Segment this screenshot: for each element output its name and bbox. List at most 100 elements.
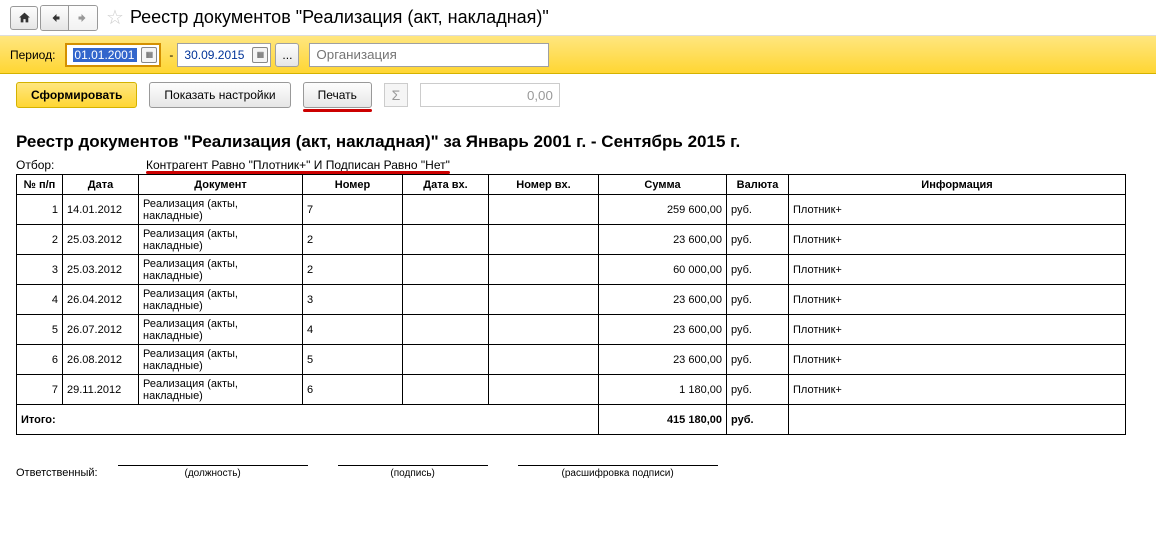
title-bar: ☆ Реестр документов "Реализация (акт, на… bbox=[0, 0, 1156, 36]
date-to-field[interactable]: 30.09.2015 ▦ bbox=[177, 43, 271, 67]
cell-num: 6 bbox=[303, 375, 403, 405]
cell-doc: Реализация (акты, накладные) bbox=[139, 345, 303, 375]
cell-sum: 60 000,00 bbox=[599, 255, 727, 285]
cell-doc: Реализация (акты, накладные) bbox=[139, 195, 303, 225]
arrow-right-icon bbox=[77, 12, 89, 24]
cell-cur: руб. bbox=[727, 375, 789, 405]
cell-sum: 23 600,00 bbox=[599, 285, 727, 315]
col-header-num-in: Номер вх. bbox=[489, 175, 599, 195]
table-header-row: № п/п Дата Документ Номер Дата вх. Номер… bbox=[17, 175, 1126, 195]
table-row[interactable]: 526.07.2012Реализация (акты, накладные)4… bbox=[17, 315, 1126, 345]
cell-sum: 259 600,00 bbox=[599, 195, 727, 225]
show-settings-button[interactable]: Показать настройки bbox=[149, 82, 290, 108]
forward-button[interactable] bbox=[69, 6, 97, 30]
cell-n: 5 bbox=[17, 315, 63, 345]
table-row[interactable]: 325.03.2012Реализация (акты, накладные)2… bbox=[17, 255, 1126, 285]
home-icon bbox=[18, 11, 31, 24]
date-from-field[interactable]: 01.01.2001 ▦ bbox=[65, 43, 161, 67]
cell-num-in bbox=[489, 375, 599, 405]
cell-num-in bbox=[489, 315, 599, 345]
cell-cur: руб. bbox=[727, 345, 789, 375]
calendar-icon[interactable]: ▦ bbox=[141, 47, 157, 63]
cell-doc: Реализация (акты, накладные) bbox=[139, 255, 303, 285]
cell-info: Плотник+ bbox=[789, 315, 1126, 345]
cell-info: Плотник+ bbox=[789, 285, 1126, 315]
back-button[interactable] bbox=[41, 6, 69, 30]
col-header-n: № п/п bbox=[17, 175, 63, 195]
cell-n: 7 bbox=[17, 375, 63, 405]
filter-line: Отбор: Контрагент Равно "Плотник+" И Под… bbox=[16, 158, 1140, 172]
cell-info: Плотник+ bbox=[789, 195, 1126, 225]
cell-cur: руб. bbox=[727, 195, 789, 225]
cell-doc: Реализация (акты, накладные) bbox=[139, 315, 303, 345]
cell-num: 7 bbox=[303, 195, 403, 225]
print-button[interactable]: Печать bbox=[303, 82, 372, 108]
col-header-date-in: Дата вх. bbox=[403, 175, 489, 195]
arrow-left-icon bbox=[49, 12, 61, 24]
cell-date-in bbox=[403, 375, 489, 405]
cell-info: Плотник+ bbox=[789, 375, 1126, 405]
table-row[interactable]: 729.11.2012Реализация (акты, накладные)6… bbox=[17, 375, 1126, 405]
total-currency: руб. bbox=[727, 405, 789, 435]
report-table: № п/п Дата Документ Номер Дата вх. Номер… bbox=[16, 174, 1126, 435]
cell-num: 3 bbox=[303, 285, 403, 315]
calendar-icon[interactable]: ▦ bbox=[252, 47, 268, 63]
period-label: Период: bbox=[10, 48, 55, 62]
col-header-num: Номер bbox=[303, 175, 403, 195]
cell-cur: руб. bbox=[727, 255, 789, 285]
cell-date-in bbox=[403, 255, 489, 285]
sum-display[interactable] bbox=[420, 83, 560, 107]
cell-cur: руб. bbox=[727, 225, 789, 255]
cell-date-in bbox=[403, 285, 489, 315]
report-title: Реестр документов "Реализация (акт, накл… bbox=[16, 132, 1140, 152]
page-title: Реестр документов "Реализация (акт, накл… bbox=[130, 7, 549, 28]
cell-n: 3 bbox=[17, 255, 63, 285]
period-more-button[interactable]: ... bbox=[275, 43, 299, 67]
cell-doc: Реализация (акты, накладные) bbox=[139, 285, 303, 315]
cell-date-in bbox=[403, 225, 489, 255]
signature-sign-slot: (подпись) bbox=[338, 465, 488, 479]
cell-num-in bbox=[489, 285, 599, 315]
cell-info: Плотник+ bbox=[789, 255, 1126, 285]
signature-position-caption: (должность) bbox=[185, 468, 241, 479]
cell-date: 25.03.2012 bbox=[63, 225, 139, 255]
table-row[interactable]: 114.01.2012Реализация (акты, накладные)7… bbox=[17, 195, 1126, 225]
nav-group bbox=[40, 5, 98, 31]
cell-sum: 23 600,00 bbox=[599, 345, 727, 375]
generate-button[interactable]: Сформировать bbox=[16, 82, 137, 108]
report-area: Реестр документов "Реализация (акт, накл… bbox=[0, 116, 1156, 489]
total-sum: 415 180,00 bbox=[599, 405, 727, 435]
cell-sum: 23 600,00 bbox=[599, 315, 727, 345]
cell-info: Плотник+ bbox=[789, 345, 1126, 375]
cell-sum: 1 180,00 bbox=[599, 375, 727, 405]
cell-date: 25.03.2012 bbox=[63, 255, 139, 285]
table-row[interactable]: 626.08.2012Реализация (акты, накладные)5… bbox=[17, 345, 1126, 375]
table-row[interactable]: 225.03.2012Реализация (акты, накладные)2… bbox=[17, 225, 1126, 255]
cell-num: 2 bbox=[303, 225, 403, 255]
col-header-sum: Сумма bbox=[599, 175, 727, 195]
date-to-value: 30.09.2015 bbox=[184, 48, 248, 62]
col-header-date: Дата bbox=[63, 175, 139, 195]
favorite-star-icon[interactable]: ☆ bbox=[106, 5, 124, 30]
cell-date: 26.08.2012 bbox=[63, 345, 139, 375]
cell-sum: 23 600,00 bbox=[599, 225, 727, 255]
sigma-button[interactable]: Σ bbox=[384, 83, 408, 107]
col-header-doc: Документ bbox=[139, 175, 303, 195]
total-info bbox=[789, 405, 1126, 435]
total-label: Итого: bbox=[17, 405, 599, 435]
cell-num-in bbox=[489, 195, 599, 225]
col-header-info: Информация bbox=[789, 175, 1126, 195]
cell-date-in bbox=[403, 195, 489, 225]
cell-cur: руб. bbox=[727, 315, 789, 345]
cell-cur: руб. bbox=[727, 285, 789, 315]
home-button[interactable] bbox=[10, 6, 38, 30]
organization-input[interactable] bbox=[309, 43, 549, 67]
cell-info: Плотник+ bbox=[789, 225, 1126, 255]
cell-num: 4 bbox=[303, 315, 403, 345]
table-row[interactable]: 426.04.2012Реализация (акты, накладные)3… bbox=[17, 285, 1126, 315]
cell-num-in bbox=[489, 255, 599, 285]
cell-num: 2 bbox=[303, 255, 403, 285]
cell-date: 29.11.2012 bbox=[63, 375, 139, 405]
cell-doc: Реализация (акты, накладные) bbox=[139, 375, 303, 405]
highlight-marker bbox=[146, 171, 450, 174]
